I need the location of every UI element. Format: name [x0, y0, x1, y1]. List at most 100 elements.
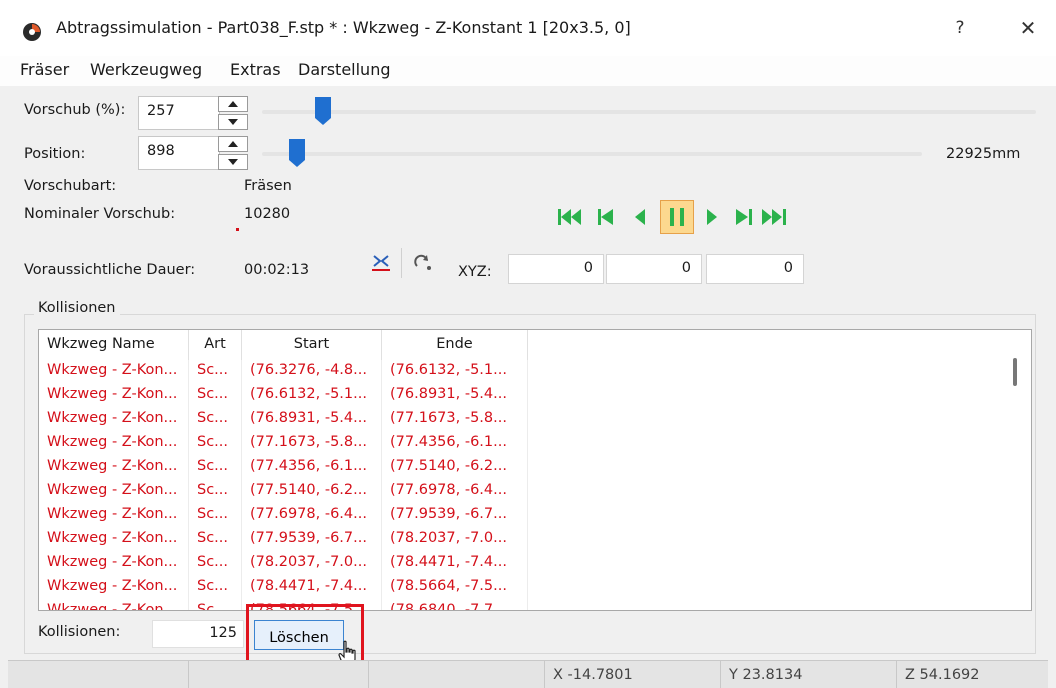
cell-name: Wkzweg - Z-Kon... — [39, 528, 189, 552]
position-slider-thumb[interactable] — [288, 138, 306, 168]
collision-step-icon[interactable] — [370, 252, 392, 274]
play-icon — [707, 209, 717, 225]
cell-name: Wkzweg - Z-Kon... — [39, 432, 189, 456]
position-max-label: 22925mm — [946, 146, 1021, 162]
cell-ende: (78.2037, -7.0... — [382, 528, 528, 552]
status-z-coord: Z 54.1692 — [896, 661, 1048, 688]
status-y-coord: Y 23.8134 — [720, 661, 896, 688]
vorschub-spinner[interactable] — [218, 96, 248, 130]
vorschub-slider-thumb[interactable] — [314, 96, 332, 126]
prev-segment-icon — [598, 209, 613, 225]
title-bar: Abtragssimulation - Part038_F.stp * : Wk… — [0, 0, 1056, 56]
scrollbar-thumb[interactable] — [1013, 358, 1017, 386]
column-header-ende[interactable]: Ende — [382, 330, 528, 360]
play-button[interactable] — [700, 205, 724, 229]
last-icon — [762, 209, 786, 225]
cell-art: Sc... — [189, 600, 242, 610]
cell-art: Sc... — [189, 384, 242, 408]
cell-name: Wkzweg - Z-Kon... — [39, 600, 189, 610]
menu-werkzeugweg[interactable]: Werkzeugweg — [90, 60, 202, 79]
cell-art: Sc... — [189, 576, 242, 600]
arrow-down-icon — [228, 119, 238, 125]
cell-ende: (76.8931, -5.4... — [382, 384, 528, 408]
status-cell-empty-2 — [368, 661, 544, 688]
table-row[interactable]: Wkzweg - Z-Kon... Sc... (77.5140, -6.2...(… — [39, 480, 528, 504]
table-header: Wkzweg Name Art Start Ende — [39, 330, 528, 360]
cell-start: (77.9539, -6.7... — [242, 528, 382, 552]
kollisionen-group-label: Kollisionen — [34, 300, 120, 316]
position-input[interactable]: 898 — [138, 136, 220, 170]
cell-art: Sc... — [189, 552, 242, 576]
cell-start: (77.5140, -6.2... — [242, 480, 382, 504]
vorschub-label: Vorschub (%): — [24, 102, 126, 118]
first-icon — [558, 209, 581, 225]
table-row[interactable]: Wkzweg - Z-Kon... Sc... (77.6978, -6.4...(… — [39, 504, 528, 528]
position-spinner[interactable] — [218, 136, 248, 170]
cell-start: (77.4356, -6.1... — [242, 456, 382, 480]
cell-start: (76.6132, -5.1... — [242, 384, 382, 408]
position-up-button[interactable] — [218, 136, 248, 152]
menu-extras[interactable]: Extras — [230, 60, 281, 79]
nominal-vorschub-label: Nominaler Vorschub: — [24, 206, 176, 222]
table-row[interactable]: Wkzweg - Z-Kon... Sc... (77.9539, -6.7...(… — [39, 528, 528, 552]
cell-name: Wkzweg - Z-Kon... — [39, 360, 189, 384]
menu-bar: Fräser Werkzeugweg Extras Darstellung — [0, 56, 1056, 86]
cell-start: (78.2037, -7.0... — [242, 552, 382, 576]
first-button[interactable] — [558, 205, 582, 229]
cell-art: Sc... — [189, 456, 242, 480]
xyz-y-input[interactable]: 0 — [606, 254, 702, 284]
column-header-art[interactable]: Art — [189, 330, 242, 360]
pause-button[interactable] — [660, 200, 694, 234]
last-button[interactable] — [762, 205, 786, 229]
xyz-x-input[interactable]: 0 — [508, 254, 604, 284]
menu-fraeser[interactable]: Fräser — [20, 60, 69, 79]
cell-name: Wkzweg - Z-Kon... — [39, 408, 189, 432]
vorschubart-label: Vorschubart: — [24, 178, 117, 194]
kollisionen-count-value: 125 — [152, 620, 244, 648]
table-row[interactable]: Wkzweg - Z-Kon... Sc... (78.2037, -7.0...(… — [39, 552, 528, 576]
help-button[interactable]: ? — [948, 16, 972, 40]
kollisionen-table[interactable]: Wkzweg Name Art Start Ende Wkzweg - Z-Ko… — [38, 329, 1032, 611]
cell-name: Wkzweg - Z-Kon... — [39, 504, 189, 528]
arrow-up-icon — [228, 141, 238, 147]
vorschub-slider[interactable] — [262, 110, 1036, 114]
cell-start: (77.6978, -6.4... — [242, 504, 382, 528]
cell-start: (76.3276, -4.8... — [242, 360, 382, 384]
playback-controls — [558, 200, 788, 234]
column-header-start[interactable]: Start — [242, 330, 382, 360]
cell-name: Wkzweg - Z-Kon... — [39, 384, 189, 408]
cell-ende: (77.5140, -6.2... — [382, 456, 528, 480]
cell-art: Sc... — [189, 360, 242, 384]
table-row[interactable]: Wkzweg - Z-Kon... Sc... (76.6132, -5.1...(… — [39, 384, 528, 408]
cell-ende: (77.4356, -6.1... — [382, 432, 528, 456]
cell-start: (78.4471, -7.4... — [242, 576, 382, 600]
column-header-name[interactable]: Wkzweg Name — [39, 330, 189, 360]
table-row[interactable]: Wkzweg - Z-Kon... Sc... (78.4471, -7.4...(… — [39, 576, 528, 600]
position-slider[interactable] — [262, 152, 922, 156]
step-back-icon — [635, 209, 645, 225]
cell-ende: (76.6132, -5.1... — [382, 360, 528, 384]
table-row[interactable]: Wkzweg - Z-Kon... Sc... (76.8931, -5.4...(… — [39, 408, 528, 432]
cell-ende: (78.4471, -7.4... — [382, 552, 528, 576]
xyz-z-input[interactable]: 0 — [706, 254, 804, 284]
dauer-value: 00:02:13 — [244, 262, 310, 278]
table-row[interactable]: Wkzweg - Z-Kon... Sc... (77.4356, -6.1...(… — [39, 456, 528, 480]
table-row[interactable]: Wkzweg - Z-Kon... Sc... (76.3276, -4.8...(… — [39, 360, 528, 384]
prev-segment-button[interactable] — [594, 205, 618, 229]
vorschub-up-button[interactable] — [218, 96, 248, 112]
cell-art: Sc... — [189, 408, 242, 432]
redo-rotate-icon[interactable] — [412, 252, 434, 274]
cell-ende: (77.1673, -5.8... — [382, 408, 528, 432]
close-button[interactable]: ✕ — [1016, 16, 1040, 40]
step-back-button[interactable] — [628, 205, 652, 229]
window-title: Abtragssimulation - Part038_F.stp * : Wk… — [56, 18, 631, 37]
cell-art: Sc... — [189, 504, 242, 528]
vorschub-input[interactable]: 257 — [138, 96, 220, 130]
menu-darstellung[interactable]: Darstellung — [298, 60, 390, 79]
position-down-button[interactable] — [218, 154, 248, 170]
main-content: Vorschub (%): 257 Position: 898 22925mm … — [0, 86, 1056, 670]
cell-art: Sc... — [189, 480, 242, 504]
vorschub-down-button[interactable] — [218, 114, 248, 130]
next-segment-button[interactable] — [732, 205, 756, 229]
table-row[interactable]: Wkzweg - Z-Kon... Sc... (77.1673, -5.8...(… — [39, 432, 528, 456]
